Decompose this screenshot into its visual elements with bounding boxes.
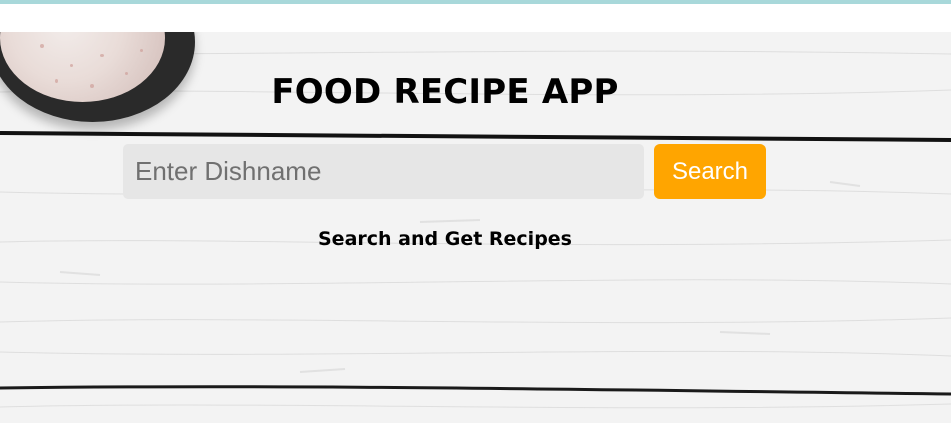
top-spacer	[0, 4, 951, 32]
search-hint-text: Search and Get Recipes	[318, 228, 572, 250]
search-bar: Search	[123, 144, 766, 199]
search-button[interactable]: Search	[654, 144, 766, 199]
dishname-search-input[interactable]	[123, 144, 644, 199]
app-title: FOOD RECIPE APP	[271, 72, 619, 112]
hero-background: FOOD RECIPE APP Search Search and Get Re…	[0, 32, 951, 423]
